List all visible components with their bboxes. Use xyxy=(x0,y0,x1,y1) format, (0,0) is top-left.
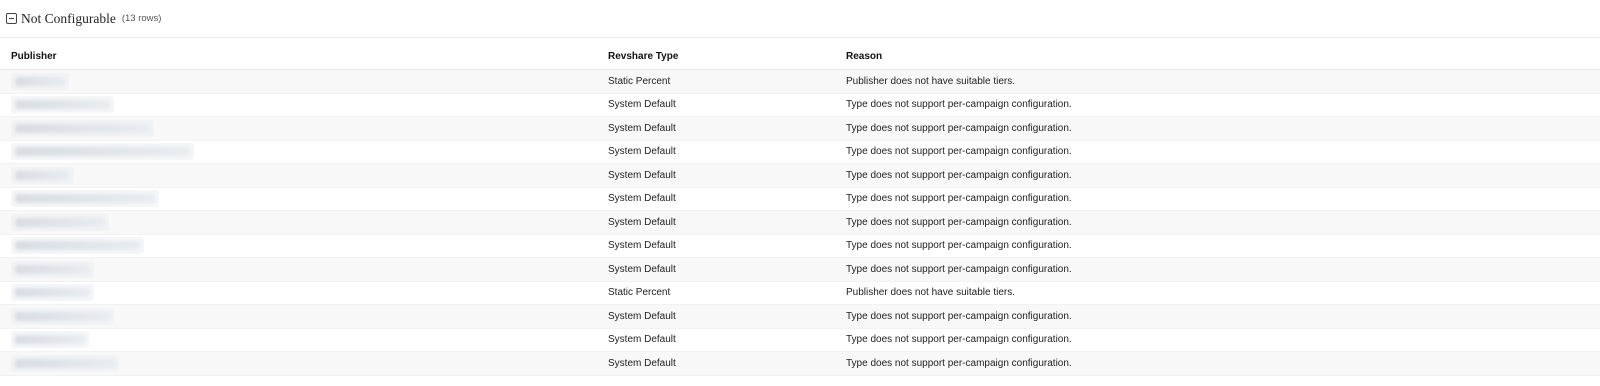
publisher-cell xyxy=(0,96,608,114)
publisher-cell xyxy=(0,307,608,325)
column-header-publisher[interactable]: Publisher xyxy=(0,51,608,62)
table-body: Static Percent Publisher does not have su… xyxy=(0,70,1600,376)
revshare-type-cell: System Default xyxy=(608,193,676,205)
redacted-publisher-name xyxy=(11,307,114,325)
redacted-publisher-name xyxy=(11,284,94,302)
revshare-type-cell: System Default xyxy=(608,122,676,134)
column-header-reason[interactable]: Reason xyxy=(846,51,1600,62)
publisher-cell xyxy=(0,213,608,231)
group-header: Not Configurable (13 rows) xyxy=(0,0,1600,38)
publisher-cell xyxy=(0,119,608,137)
reason-cell: Type does not support per-campaign confi… xyxy=(846,310,1072,322)
publisher-cell xyxy=(0,166,608,184)
redacted-publisher-name xyxy=(11,237,144,255)
reason-cell: Publisher does not have suitable tiers. xyxy=(846,287,1015,299)
reason-cell: Type does not support per-campaign confi… xyxy=(846,99,1072,111)
redacted-publisher-name xyxy=(11,96,114,114)
publisher-cell xyxy=(0,284,608,302)
redacted-publisher-name xyxy=(11,190,159,208)
revshare-type-cell: System Default xyxy=(608,263,676,275)
revshare-type-cell: System Default xyxy=(608,310,676,322)
redacted-publisher-name xyxy=(11,166,74,184)
reason-cell: Type does not support per-campaign confi… xyxy=(846,334,1072,346)
redacted-publisher-name xyxy=(11,213,109,231)
table-row[interactable]: Static Percent Publisher does not have su… xyxy=(0,282,1600,305)
reason-cell: Type does not support per-campaign confi… xyxy=(846,193,1072,205)
not-configurable-table: Publisher Revshare Type Reason Static Pe… xyxy=(0,38,1600,376)
revshare-type-cell: System Default xyxy=(608,334,676,346)
publisher-cell xyxy=(0,237,608,255)
revshare-type-cell: Static Percent xyxy=(608,75,671,87)
column-header-revshare-type[interactable]: Revshare Type xyxy=(608,51,846,62)
revshare-type-cell: Static Percent xyxy=(608,287,671,299)
table-row[interactable]: System Default Type does not support per-… xyxy=(0,141,1600,164)
redacted-publisher-name xyxy=(11,260,94,278)
table-row[interactable]: System Default Type does not support per-… xyxy=(0,188,1600,211)
table-row[interactable]: System Default Type does not support per-… xyxy=(0,329,1600,352)
reason-cell: Type does not support per-campaign confi… xyxy=(846,169,1072,181)
table-row[interactable]: System Default Type does not support per-… xyxy=(0,305,1600,329)
table-row[interactable]: System Default Type does not support per-… xyxy=(0,94,1600,117)
redacted-publisher-name xyxy=(11,72,69,90)
table-row[interactable]: System Default Type does not support per-… xyxy=(0,117,1600,141)
reason-cell: Publisher does not have suitable tiers. xyxy=(846,75,1015,87)
reason-cell: Type does not support per-campaign confi… xyxy=(846,122,1072,134)
publisher-cell xyxy=(0,143,608,161)
table-row[interactable]: Static Percent Publisher does not have su… xyxy=(0,70,1600,94)
reason-cell: Type does not support per-campaign confi… xyxy=(846,357,1072,369)
revshare-type-cell: System Default xyxy=(608,169,676,181)
group-row-count: (13 rows) xyxy=(121,13,162,24)
publisher-cell xyxy=(0,354,608,372)
table-row[interactable]: System Default Type does not support per-… xyxy=(0,258,1600,282)
redacted-publisher-name xyxy=(11,331,89,349)
revshare-type-cell: System Default xyxy=(608,216,676,228)
reason-cell: Type does not support per-campaign confi… xyxy=(846,146,1072,158)
reason-cell: Type does not support per-campaign confi… xyxy=(846,240,1072,252)
publisher-cell xyxy=(0,331,608,349)
group-title: Not Configurable xyxy=(21,10,116,26)
table-header-row: Publisher Revshare Type Reason xyxy=(0,38,1600,70)
table-row[interactable]: System Default Type does not support per-… xyxy=(0,164,1600,188)
redacted-publisher-name xyxy=(11,143,194,161)
table-row[interactable]: System Default Type does not support per-… xyxy=(0,352,1600,376)
publisher-cell xyxy=(0,190,608,208)
reason-cell: Type does not support per-campaign confi… xyxy=(846,216,1072,228)
table-row[interactable]: System Default Type does not support per-… xyxy=(0,235,1600,258)
revshare-type-cell: System Default xyxy=(608,357,676,369)
redacted-publisher-name xyxy=(11,354,119,372)
publisher-cell xyxy=(0,260,608,278)
table-row[interactable]: System Default Type does not support per-… xyxy=(0,211,1600,235)
not-configurable-group: Not Configurable (13 rows) Publisher Rev… xyxy=(0,0,1600,376)
revshare-type-cell: System Default xyxy=(608,99,676,111)
revshare-type-cell: System Default xyxy=(608,240,676,252)
publisher-cell xyxy=(0,72,608,90)
redacted-publisher-name xyxy=(11,119,154,137)
revshare-type-cell: System Default xyxy=(608,146,676,158)
reason-cell: Type does not support per-campaign confi… xyxy=(846,263,1072,275)
collapse-icon[interactable] xyxy=(6,13,17,24)
